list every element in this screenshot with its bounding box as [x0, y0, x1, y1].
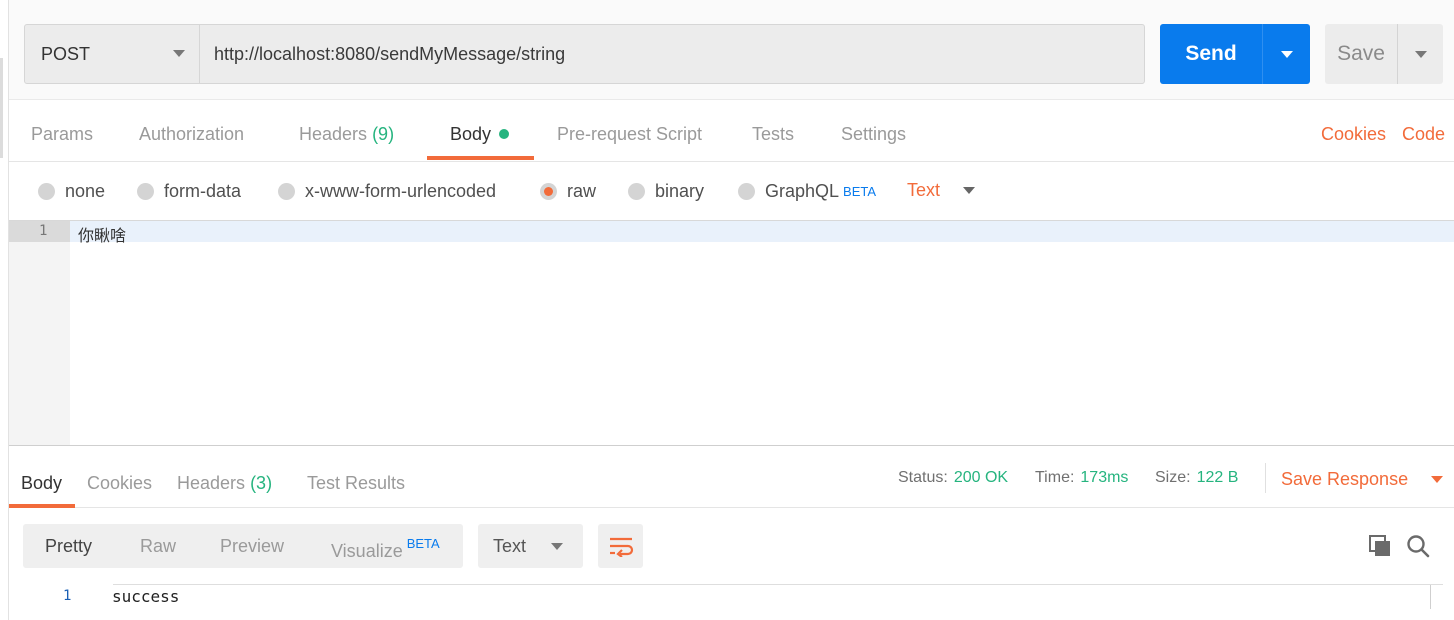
chevron-down-icon	[1280, 50, 1293, 58]
radio-circle-icon	[628, 183, 645, 200]
panel-resize-handle[interactable]	[0, 58, 3, 158]
chevron-down-icon[interactable]	[1431, 476, 1443, 483]
status-readout: Status: 200 OK	[898, 469, 1008, 487]
tab-body-label: Body	[450, 124, 492, 144]
response-tab-headers[interactable]: Headers (3)	[177, 473, 272, 494]
tab-body[interactable]: Body	[450, 124, 510, 145]
response-tab-cookies[interactable]: Cookies	[87, 473, 152, 494]
status-label: Status:	[898, 469, 948, 486]
save-response-button[interactable]: Save Response	[1281, 469, 1408, 490]
line-number: 1	[63, 588, 72, 604]
radio-form-data-label: form-data	[164, 181, 242, 201]
radio-graphql[interactable]: GraphQL BETA	[738, 181, 876, 202]
wrap-lines-button[interactable]	[598, 524, 643, 568]
scrollbar-edge	[1430, 585, 1431, 609]
radio-none-label: none	[65, 181, 106, 201]
radio-urlencoded-label: x-www-form-urlencoded	[305, 181, 497, 201]
save-label: Save	[1337, 42, 1385, 65]
response-code-line: success	[112, 587, 180, 606]
response-body-viewer[interactable]	[113, 584, 1443, 609]
radio-none[interactable]: none	[38, 181, 105, 202]
radio-graphql-label: GraphQL	[765, 181, 840, 201]
response-tab-headers-label: Headers	[177, 473, 246, 493]
active-tab-indicator	[9, 504, 75, 508]
method-label: POST	[41, 43, 91, 64]
view-visualize[interactable]: Visualize BETA	[331, 536, 440, 562]
radio-selected-icon	[540, 183, 557, 200]
radio-circle-icon	[38, 183, 55, 200]
send-label: Send	[1185, 42, 1237, 65]
view-visualize-label: Visualize	[331, 541, 403, 561]
tab-tests[interactable]: Tests	[752, 124, 794, 145]
raw-format-select[interactable]: Text	[907, 180, 940, 201]
body-type-selector: none form-data x-www-form-urlencoded raw…	[9, 162, 1454, 220]
active-line-highlight	[9, 221, 1454, 242]
wrap-lines-icon	[609, 537, 633, 557]
view-mode-selector: Pretty Raw Preview Visualize BETA	[23, 524, 463, 568]
chevron-down-icon	[551, 543, 563, 550]
code-link[interactable]: Code	[1402, 124, 1445, 145]
radio-circle-icon	[137, 183, 154, 200]
send-button[interactable]: Send	[1160, 24, 1310, 84]
left-panel-edge	[0, 0, 9, 620]
url-input[interactable]: http://localhost:8080/sendMyMessage/stri…	[199, 24, 1145, 84]
response-format-label: Text	[493, 536, 527, 556]
response-format-select[interactable]: Text	[478, 524, 583, 568]
request-bar: POST http://localhost:8080/sendMyMessage…	[9, 0, 1454, 100]
radio-circle-icon	[738, 183, 755, 200]
beta-badge: BETA	[406, 536, 440, 551]
view-raw[interactable]: Raw	[140, 536, 176, 557]
chevron-down-icon[interactable]	[963, 187, 975, 194]
radio-circle-icon	[278, 183, 295, 200]
tab-authorization[interactable]: Authorization	[139, 124, 244, 145]
method-select[interactable]: POST	[24, 24, 200, 84]
search-icon[interactable]	[1405, 533, 1431, 559]
view-pretty[interactable]: Pretty	[45, 536, 92, 557]
size-label: Size:	[1155, 469, 1191, 486]
tab-params[interactable]: Params	[31, 124, 93, 145]
active-tab-indicator	[427, 156, 534, 160]
radio-binary-label: binary	[655, 181, 705, 201]
radio-urlencoded[interactable]: x-www-form-urlencoded	[278, 181, 496, 202]
response-tab-test-results[interactable]: Test Results	[307, 473, 405, 494]
view-preview[interactable]: Preview	[220, 536, 284, 557]
request-tabs: Params Authorization Headers (9) Body Pr…	[9, 100, 1454, 162]
tab-headers-label: Headers	[299, 124, 368, 144]
response-tab-body[interactable]: Body	[21, 473, 62, 494]
divider	[1265, 463, 1266, 493]
request-body-editor[interactable]: 1 你瞅啥	[9, 220, 1454, 446]
size-readout: Size: 122 B	[1155, 469, 1238, 487]
radio-form-data[interactable]: form-data	[137, 181, 241, 202]
time-readout: Time: 173ms	[1035, 469, 1128, 487]
headers-count-badge: (9)	[372, 124, 395, 144]
time-value: 173ms	[1080, 469, 1129, 486]
tab-pre-request-script[interactable]: Pre-request Script	[557, 124, 702, 145]
radio-raw[interactable]: raw	[540, 181, 596, 202]
send-dropdown[interactable]	[1263, 50, 1310, 58]
response-panel: Body Cookies Headers (3) Test Results St…	[9, 447, 1454, 620]
url-text: http://localhost:8080/sendMyMessage/stri…	[214, 43, 566, 64]
save-button[interactable]: Save	[1325, 24, 1443, 84]
cookies-link[interactable]: Cookies	[1321, 124, 1386, 145]
time-label: Time:	[1035, 469, 1075, 486]
body-indicator-dot	[499, 129, 510, 139]
status-value: 200 OK	[953, 469, 1009, 486]
editor-gutter	[9, 221, 70, 445]
copy-icon[interactable]	[1367, 533, 1393, 559]
line-number: 1	[39, 223, 48, 239]
chevron-down-icon	[173, 50, 185, 57]
code-line[interactable]: 你瞅啥	[78, 222, 126, 246]
response-headers-count: (3)	[250, 473, 273, 493]
radio-raw-label: raw	[567, 181, 597, 201]
chevron-down-icon	[1414, 50, 1427, 58]
tab-headers[interactable]: Headers (9)	[299, 124, 394, 145]
tab-settings[interactable]: Settings	[841, 124, 906, 145]
radio-binary[interactable]: binary	[628, 181, 704, 202]
size-value: 122 B	[1196, 469, 1239, 486]
beta-badge: BETA	[843, 184, 877, 199]
response-tabs: Body Cookies Headers (3) Test Results St…	[9, 447, 1454, 508]
save-dropdown[interactable]	[1398, 50, 1443, 58]
